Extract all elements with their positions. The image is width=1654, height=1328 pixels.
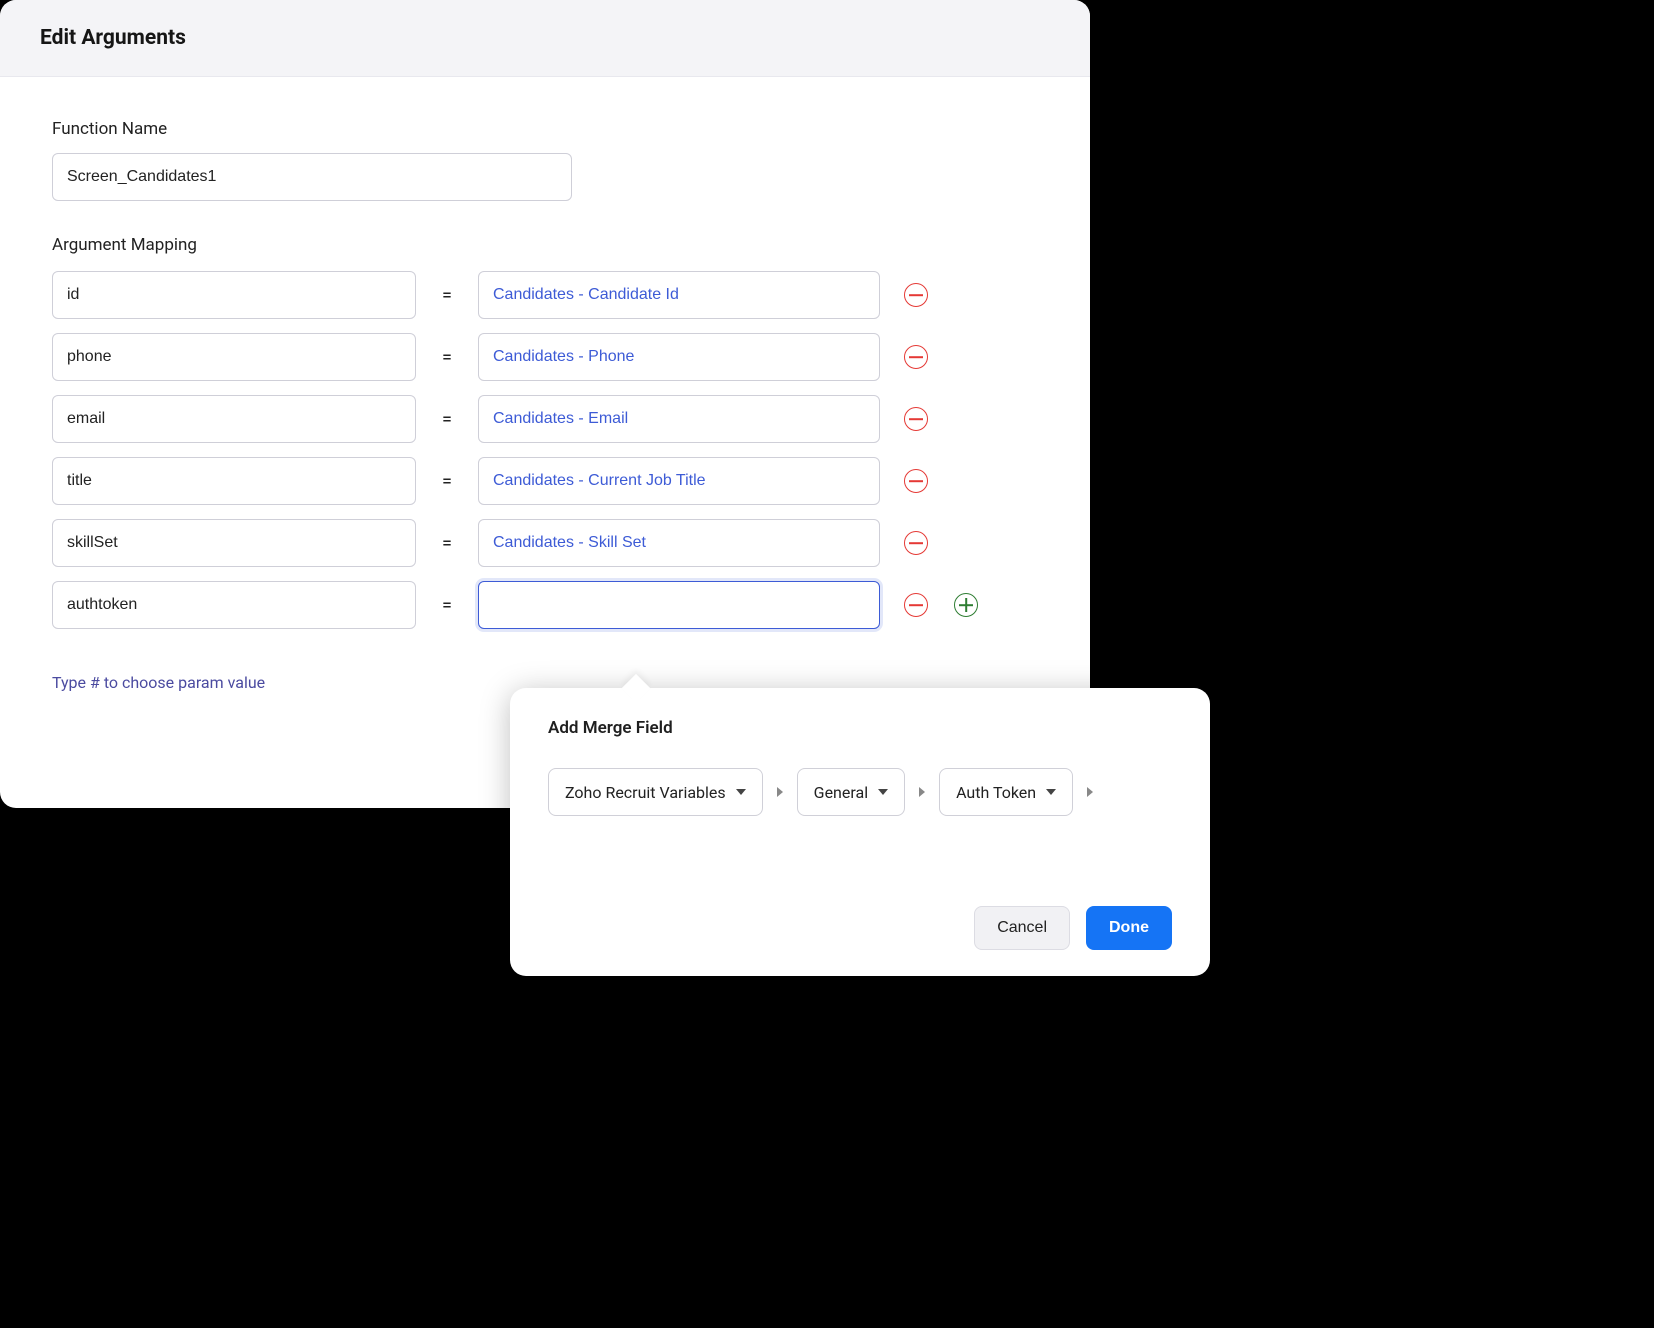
equals-sign: = <box>438 595 456 616</box>
arg-value-input[interactable] <box>478 581 880 629</box>
arg-name-input[interactable] <box>52 457 416 505</box>
minus-icon <box>904 593 928 617</box>
minus-icon <box>904 531 928 555</box>
function-name-input[interactable] <box>52 153 572 201</box>
equals-sign: = <box>438 347 456 368</box>
chevron-right-icon <box>919 787 925 797</box>
function-name-label: Function Name <box>52 119 1038 139</box>
popover-title: Add Merge Field <box>548 718 1172 738</box>
arg-name-input[interactable] <box>52 333 416 381</box>
argument-mapping-label: Argument Mapping <box>52 235 1038 255</box>
equals-sign: = <box>438 285 456 306</box>
equals-sign: = <box>438 471 456 492</box>
plus-icon <box>954 593 978 617</box>
minus-icon <box>904 345 928 369</box>
mapping-row: = <box>52 333 1038 381</box>
add-row-button[interactable] <box>952 591 980 619</box>
remove-row-button[interactable] <box>902 405 930 433</box>
equals-sign: = <box>438 533 456 554</box>
minus-icon <box>904 283 928 307</box>
remove-row-button[interactable] <box>902 591 930 619</box>
arg-name-input[interactable] <box>52 581 416 629</box>
cancel-button[interactable]: Cancel <box>974 906 1070 950</box>
mapping-row: = <box>52 581 1038 629</box>
merge-select-category[interactable]: General <box>797 768 905 816</box>
mapping-row: = <box>52 519 1038 567</box>
chevron-down-icon <box>1046 789 1056 795</box>
chevron-down-icon <box>878 789 888 795</box>
chevron-right-icon <box>777 787 783 797</box>
arg-value-input[interactable] <box>478 457 880 505</box>
merge-field-path: Zoho Recruit Variables General Auth Toke… <box>548 768 1172 816</box>
panel-body: Function Name Argument Mapping = <box>0 77 1090 712</box>
arg-value-input[interactable] <box>478 395 880 443</box>
mapping-row: = <box>52 395 1038 443</box>
arg-name-input[interactable] <box>52 519 416 567</box>
mapping-row: = <box>52 271 1038 319</box>
chevron-down-icon <box>736 789 746 795</box>
arg-value-input[interactable] <box>478 271 880 319</box>
remove-row-button[interactable] <box>902 467 930 495</box>
panel-title: Edit Arguments <box>40 26 1050 50</box>
arg-name-input[interactable] <box>52 395 416 443</box>
chevron-right-icon <box>1087 787 1093 797</box>
remove-row-button[interactable] <box>902 343 930 371</box>
panel-header: Edit Arguments <box>0 0 1090 77</box>
edit-arguments-panel: Edit Arguments Function Name Argument Ma… <box>0 0 1090 808</box>
arg-value-input[interactable] <box>478 519 880 567</box>
merge-select-label: Zoho Recruit Variables <box>565 783 726 802</box>
mapping-row: = <box>52 457 1038 505</box>
remove-row-button[interactable] <box>902 529 930 557</box>
merge-select-label: General <box>814 783 868 802</box>
arg-name-input[interactable] <box>52 271 416 319</box>
add-merge-field-popover: Add Merge Field Zoho Recruit Variables G… <box>510 688 1210 976</box>
remove-row-button[interactable] <box>902 281 930 309</box>
merge-select-source[interactable]: Zoho Recruit Variables <box>548 768 763 816</box>
merge-select-label: Auth Token <box>956 783 1036 802</box>
minus-icon <box>904 407 928 431</box>
equals-sign: = <box>438 409 456 430</box>
merge-select-field[interactable]: Auth Token <box>939 768 1073 816</box>
minus-icon <box>904 469 928 493</box>
done-button[interactable]: Done <box>1086 906 1172 950</box>
arg-value-input[interactable] <box>478 333 880 381</box>
